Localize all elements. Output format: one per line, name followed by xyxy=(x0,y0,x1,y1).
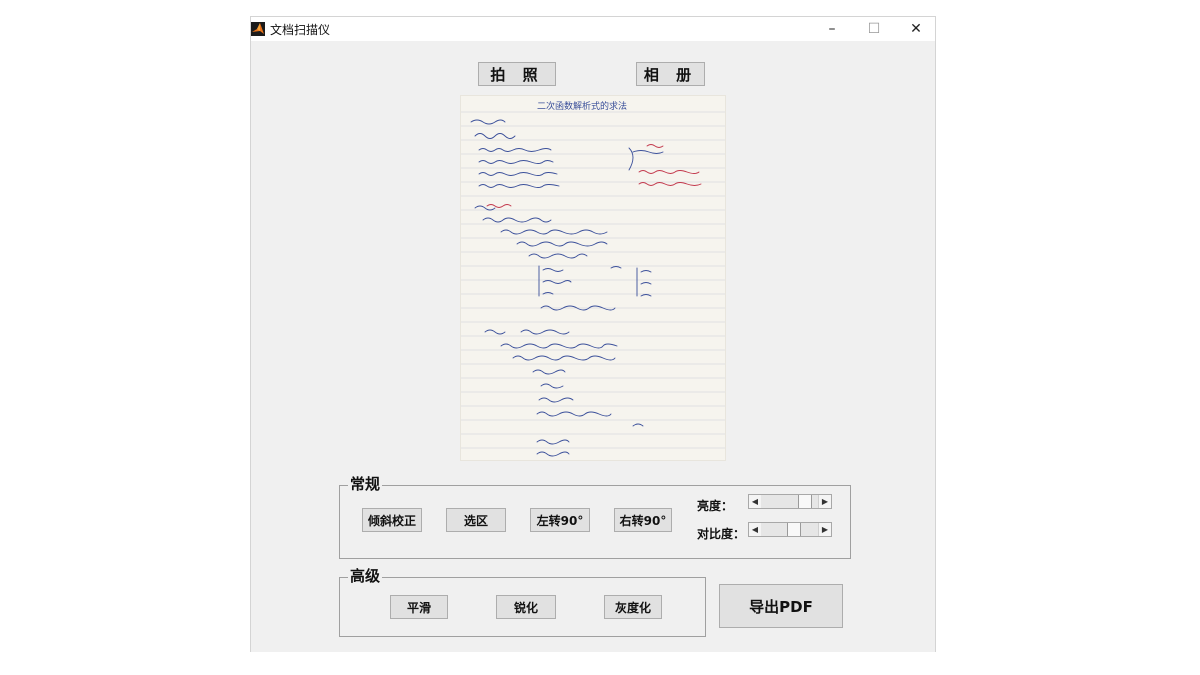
slider-track[interactable] xyxy=(761,495,819,508)
handwritten-heading: 二次函数解析式的求法 xyxy=(537,100,627,112)
window-title: 文档扫描仪 xyxy=(270,23,331,37)
slider-right-arrow-icon[interactable]: ▶ xyxy=(818,495,831,508)
rotate-right-button[interactable]: 右转90° xyxy=(614,508,672,532)
grayscale-button[interactable]: 灰度化 xyxy=(604,595,662,619)
advanced-group-title: 高级 xyxy=(348,565,383,586)
maximize-button[interactable]: ☐ xyxy=(853,17,895,41)
deskew-button[interactable]: 倾斜校正 xyxy=(362,508,422,532)
slider-thumb[interactable] xyxy=(798,495,812,508)
album-button[interactable]: 相 册 xyxy=(636,62,705,86)
rotate-left-button[interactable]: 左转90° xyxy=(530,508,590,532)
contrast-label: 对比度： xyxy=(697,527,746,541)
app-window: 文档扫描仪 – ☐ ✕ 拍 照 相 册 二次函数解析式的求法 常规 倾斜校正 选… xyxy=(250,16,936,652)
slider-track[interactable] xyxy=(761,523,819,536)
close-button[interactable]: ✕ xyxy=(895,17,937,41)
title-bar[interactable]: 文档扫描仪 – ☐ ✕ xyxy=(251,17,935,41)
general-group: 常规 倾斜校正 选区 左转90° 右转90° 亮度： 对比度： ◀ ▶ ◀ ▶ xyxy=(339,473,851,559)
contrast-slider[interactable]: ◀ ▶ xyxy=(748,522,832,537)
smooth-button[interactable]: 平滑 xyxy=(390,595,448,619)
handwritten-notes-image: 二次函数解析式的求法 xyxy=(461,100,725,457)
document-preview-image: 二次函数解析式的求法 xyxy=(460,95,726,461)
slider-right-arrow-icon[interactable]: ▶ xyxy=(818,523,831,536)
camera-button[interactable]: 拍 照 xyxy=(478,62,556,86)
advanced-group: 高级 平滑 锐化 灰度化 xyxy=(339,565,706,637)
matlab-icon xyxy=(251,22,265,36)
slider-thumb[interactable] xyxy=(787,523,801,536)
brightness-label: 亮度： xyxy=(697,499,734,513)
brightness-slider[interactable]: ◀ ▶ xyxy=(748,494,832,509)
export-pdf-button[interactable]: 导出PDF xyxy=(719,584,843,628)
sharpen-button[interactable]: 锐化 xyxy=(496,595,556,619)
select-region-button[interactable]: 选区 xyxy=(446,508,506,532)
minimize-button[interactable]: – xyxy=(811,17,853,41)
general-group-title: 常规 xyxy=(348,473,383,494)
